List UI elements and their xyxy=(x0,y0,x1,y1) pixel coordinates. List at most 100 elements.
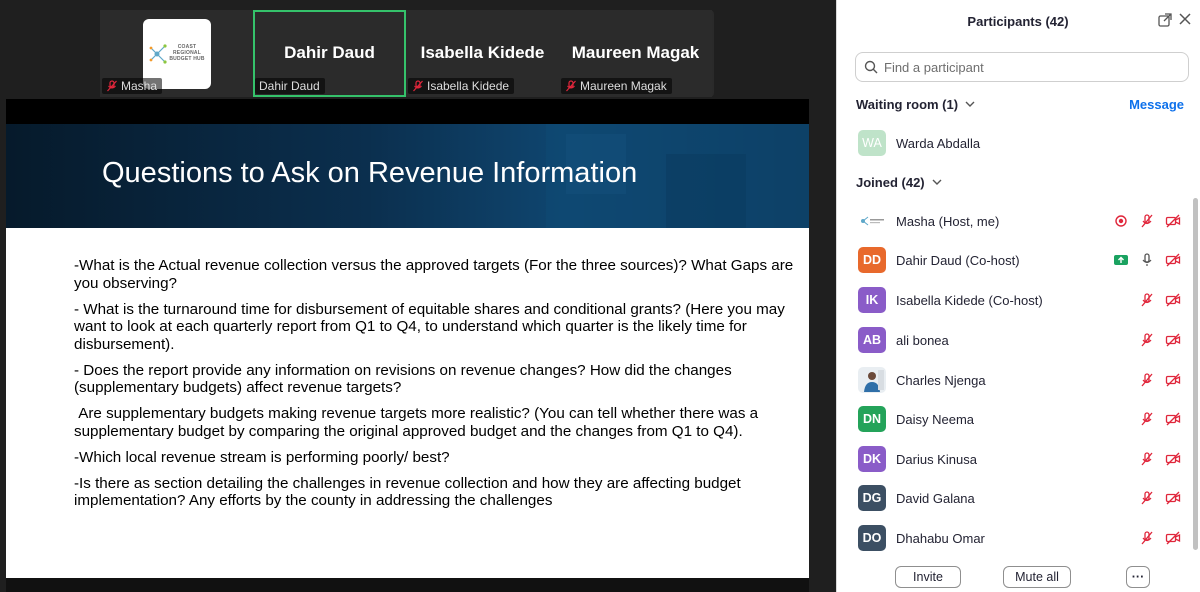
participant-row-ali-bonea[interactable]: AB ali bonea xyxy=(837,320,1189,360)
message-button[interactable]: Message xyxy=(1129,97,1184,112)
tile-display-name: Maureen Magak xyxy=(571,43,700,62)
video-off-icon[interactable] xyxy=(1165,451,1181,467)
panel-title: Participants (42) xyxy=(967,13,1069,29)
question-6: -Is there as section detailing the chall… xyxy=(74,474,741,510)
avatar: DO xyxy=(858,525,886,551)
question-1: -What is the Actual revenue collection v… xyxy=(74,257,794,292)
tile-name-label: Isabella Kidede xyxy=(408,78,515,94)
participant-name: Daisy Neema xyxy=(896,411,975,427)
joined-header[interactable]: Joined (42) xyxy=(856,175,942,190)
person-photo-icon xyxy=(864,370,884,392)
participant-row-darius-kinusa[interactable]: DK Darius Kinusa xyxy=(837,439,1189,479)
video-tile-maureen-magak[interactable]: Maureen Magak Maureen Magak xyxy=(559,10,712,97)
more-options-button[interactable]: ··· xyxy=(1126,566,1150,588)
participant-name: Isabella Kidede (Co-host) xyxy=(896,292,1043,308)
participant-row-daisy-neema[interactable]: DN Daisy Neema xyxy=(837,399,1189,439)
mic-muted-icon[interactable] xyxy=(1139,213,1155,229)
video-off-icon[interactable] xyxy=(1165,490,1181,506)
video-off-icon[interactable] xyxy=(1165,252,1181,268)
chevron-down-icon xyxy=(965,101,975,107)
tile-name: Maureen Magak xyxy=(580,79,667,93)
tile-name: Dahir Daud xyxy=(259,79,320,93)
joined-label: Joined (42) xyxy=(856,175,925,190)
participant-row-david-galana[interactable]: DG David Galana xyxy=(837,478,1189,518)
participant-name: David Galana xyxy=(896,490,975,506)
shared-slide: Questions to Ask on Revenue Information … xyxy=(6,99,809,592)
slide-title: Questions to Ask on Revenue Information xyxy=(102,157,638,189)
participant-row-dahir-daud[interactable]: DD Dahir Daud (Co-host) xyxy=(837,240,1189,280)
video-tile-dahir-daud[interactable]: Dahir Daud Dahir Daud xyxy=(253,10,406,97)
panel-footer: Invite Mute all ··· xyxy=(837,560,1199,592)
avatar: DN xyxy=(858,406,886,432)
participant-status-icons xyxy=(1139,530,1181,546)
participant-status-icons xyxy=(1139,451,1181,467)
participant-name: Charles Njenga xyxy=(896,372,986,388)
panel-scrollbar[interactable] xyxy=(1193,198,1198,550)
mic-muted-icon[interactable] xyxy=(1139,490,1155,506)
waiting-room-header[interactable]: Waiting room (1) xyxy=(856,97,975,112)
tile-display-name: Dahir Daud xyxy=(284,43,375,62)
video-strip: COAST REGIONAL BUDGET HUB Masha Dahir Da… xyxy=(100,10,714,97)
chevron-down-icon xyxy=(932,179,942,185)
video-off-icon[interactable] xyxy=(1165,292,1181,308)
avatar: DG xyxy=(858,485,886,511)
video-off-icon[interactable] xyxy=(1165,213,1181,229)
tile-name-label: Dahir Daud xyxy=(255,78,325,94)
mic-muted-icon[interactable] xyxy=(1139,411,1155,427)
participant-status-icons xyxy=(1113,213,1181,229)
video-off-icon[interactable] xyxy=(1165,530,1181,546)
video-off-icon[interactable] xyxy=(1165,372,1181,388)
avatar-logo xyxy=(858,208,886,234)
meeting-area: COAST REGIONAL BUDGET HUB Masha Dahir Da… xyxy=(0,0,836,592)
mic-muted-icon xyxy=(413,80,423,92)
participant-row-masha[interactable]: Masha (Host, me) xyxy=(837,201,1189,241)
participant-status-icons xyxy=(1139,332,1181,348)
participant-status-icons xyxy=(1113,252,1181,268)
mic-muted-icon xyxy=(107,80,117,92)
participant-name: Masha (Host, me) xyxy=(896,213,1000,229)
video-tile-masha[interactable]: COAST REGIONAL BUDGET HUB Masha xyxy=(100,10,253,97)
participant-row-isabella-kidede[interactable]: IK Isabella Kidede (Co-host) xyxy=(837,280,1189,320)
participant-row-dhahabu-omar[interactable]: DO Dhahabu Omar xyxy=(837,518,1189,558)
participant-status-icons xyxy=(1139,292,1181,308)
participant-name: Darius Kinusa xyxy=(896,451,977,467)
search-icon xyxy=(864,60,878,74)
tile-name-label: Masha xyxy=(102,78,163,94)
mic-muted-icon[interactable] xyxy=(1139,332,1155,348)
participant-name: Dahir Daud (Co-host) xyxy=(896,252,1020,268)
budget-hub-logo-icon xyxy=(861,216,884,226)
close-icon[interactable] xyxy=(1178,12,1192,26)
popout-icon[interactable] xyxy=(1158,13,1172,27)
mute-all-button[interactable]: Mute all xyxy=(1003,566,1071,588)
tile-name-label: Maureen Magak xyxy=(561,78,672,94)
participants-panel: Participants (42) Waiting room (1) Messa… xyxy=(836,0,1200,592)
mic-muted-icon[interactable] xyxy=(1139,292,1155,308)
logo-lettering: COAST REGIONAL BUDGET HUB xyxy=(169,44,205,62)
waiting-participant-row[interactable]: WA Warda Abdalla xyxy=(837,123,1189,163)
slide-questions: -What is the Actual revenue collection v… xyxy=(74,257,794,518)
tile-name: Masha xyxy=(121,79,158,93)
participant-name: Warda Abdalla xyxy=(896,135,981,151)
mic-muted-icon[interactable] xyxy=(1139,530,1155,546)
invite-button[interactable]: Invite xyxy=(895,566,961,588)
video-tile-isabella-kidede[interactable]: Isabella Kidede Isabella Kidede xyxy=(406,10,559,97)
mic-muted-icon[interactable] xyxy=(1139,451,1155,467)
participant-search[interactable] xyxy=(855,52,1189,82)
mic-icon[interactable] xyxy=(1139,252,1155,268)
search-input[interactable] xyxy=(884,59,1174,75)
question-3: - Does the report provide any informatio… xyxy=(74,361,732,397)
participant-name: Dhahabu Omar xyxy=(896,530,985,546)
mic-muted-icon[interactable] xyxy=(1139,372,1155,388)
tile-display-name: Isabella Kidede xyxy=(420,43,545,62)
panel-header: Participants (42) xyxy=(837,0,1199,42)
tile-name: Isabella Kidede xyxy=(427,79,510,93)
participant-status-icons xyxy=(1139,372,1181,388)
slide-bottom-bar xyxy=(6,578,809,592)
share-screen-icon xyxy=(1114,255,1128,265)
video-off-icon[interactable] xyxy=(1165,411,1181,427)
video-off-icon[interactable] xyxy=(1165,332,1181,348)
avatar-photo xyxy=(858,367,886,393)
participant-status-icons xyxy=(1139,411,1181,427)
participant-row-charles-njenga[interactable]: Charles Njenga xyxy=(837,360,1189,400)
slide-top-bar xyxy=(6,99,809,124)
